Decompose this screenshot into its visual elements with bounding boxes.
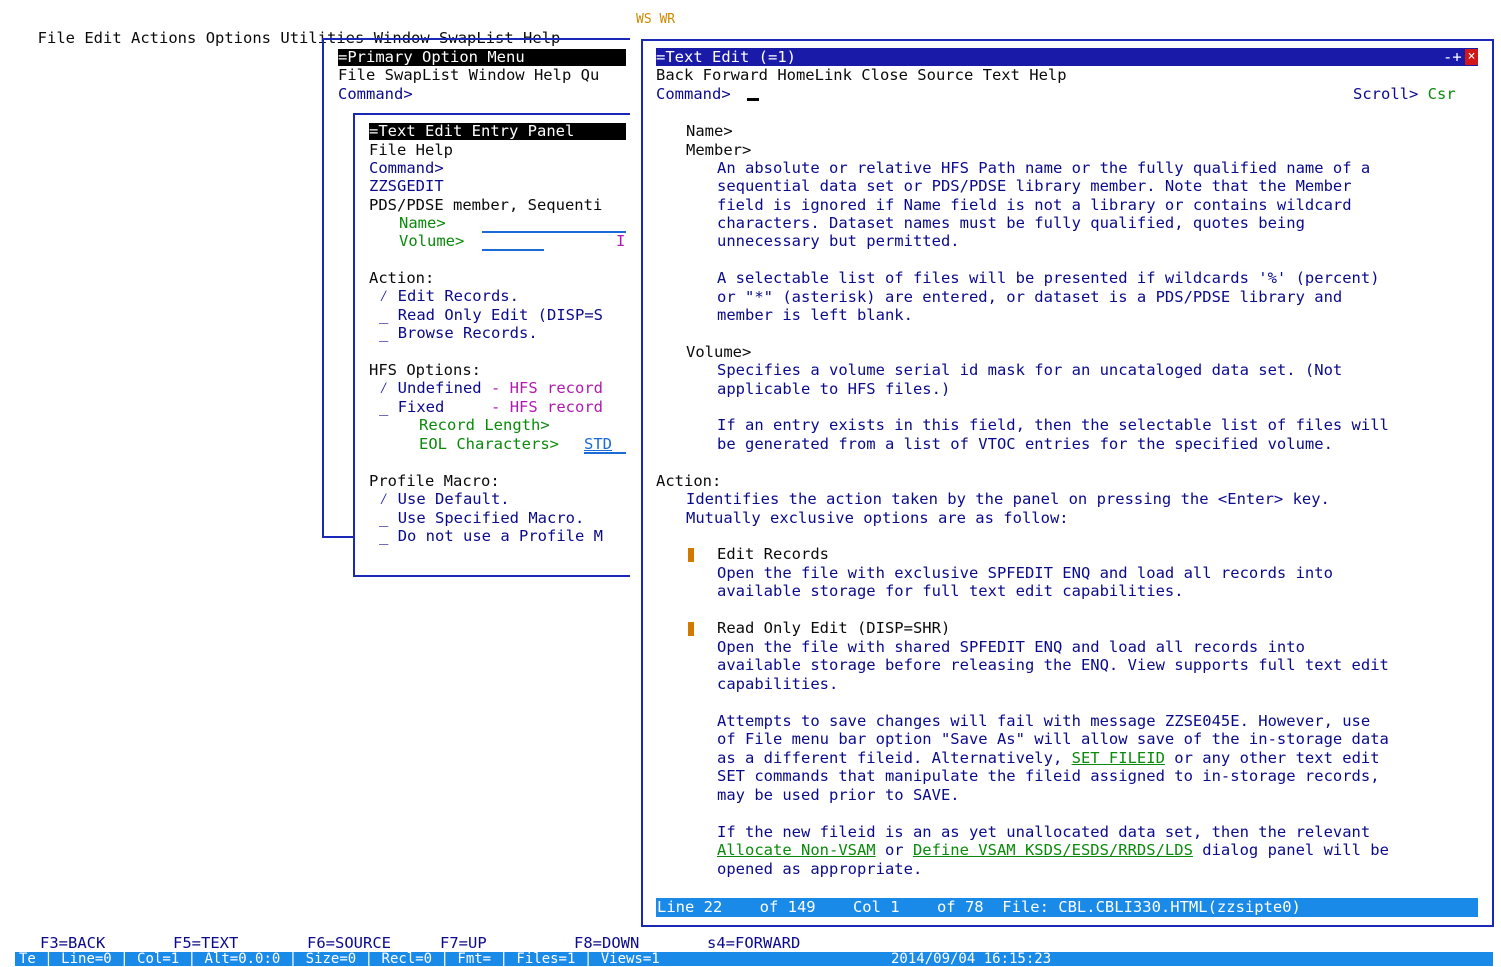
wr-indicator: WR <box>659 12 676 27</box>
define-vsam-link[interactable]: Define VSAM KSDS/ESDS/RRDS/LDS <box>913 841 1193 859</box>
help-edit-line: available storage for full text edit cap… <box>717 582 1184 600</box>
text-cursor[interactable] <box>747 98 759 101</box>
entry-hfs-fixed[interactable]: _ Fixed - HFS record <box>379 398 603 416</box>
entry-volume-input[interactable] <box>482 232 544 251</box>
entry-action-readonly[interactable]: _ Read Only Edit (DISP=S <box>379 306 603 324</box>
entry-profile-default[interactable]: ⁄ Use Default. <box>379 490 510 508</box>
help-vtoc-line: If an entry exists in this field, then t… <box>717 416 1389 434</box>
entry-name-input[interactable] <box>482 214 626 233</box>
entry-action-edit[interactable]: ⁄ Edit Records. <box>379 287 519 305</box>
help-member-line: An absolute or relative HFS Path name or… <box>717 159 1371 177</box>
help-action-line: Identifies the action taken by the panel… <box>686 490 1330 508</box>
help-member-line: characters. Dataset names must be fully … <box>717 214 1305 232</box>
help-member-label: Member> <box>686 141 752 159</box>
entry-eol-label: EOL Characters> <box>419 435 559 453</box>
entry-eol-input[interactable]: STD <box>584 435 626 454</box>
entry-profile-specified[interactable]: _ Use Specified Macro. <box>379 509 584 527</box>
entry-name-label: Name> <box>399 214 446 232</box>
help-member-line: sequential data set or PDS/PDSE library … <box>717 177 1352 195</box>
help-status-text: Line 22 of 149 Col 1 of 78 File: CBL.CBL… <box>657 898 1301 916</box>
help-volume-line: applicable to HFS files.) <box>717 380 951 398</box>
fkey-f7[interactable]: F7=UP <box>440 934 487 952</box>
entry-action-browse[interactable]: _ Browse Records. <box>379 324 538 342</box>
help-attempt-line: of File menu bar option "Save As" will a… <box>717 730 1389 748</box>
menu-options[interactable]: Options <box>206 29 271 47</box>
help-vtoc-line: be generated from a list of VTOC entries… <box>717 435 1333 453</box>
help-title: =Text Edit (=1) <box>656 48 796 66</box>
help-newfile-line: Allocate Non-VSAM or Define VSAM KSDS/ES… <box>717 841 1389 859</box>
help-attempt-line: SET commands that manipulate the fileid … <box>717 767 1380 785</box>
help-ro-line: available storage before releasing the E… <box>717 656 1389 674</box>
help-volume-label: Volume> <box>686 343 752 361</box>
fkey-f8[interactable]: F8=DOWN <box>574 934 639 952</box>
help-action-label: Action: <box>656 472 722 490</box>
help-attempt-line: Attempts to save changes will fail with … <box>717 712 1371 730</box>
help-menu[interactable]: Back Forward HomeLink Close Source Text … <box>656 66 1067 84</box>
entry-volume-label: Volume> <box>399 232 465 250</box>
set-fileid-link[interactable]: SET FILEID <box>1072 749 1165 767</box>
menu-edit[interactable]: Edit <box>84 29 121 47</box>
entry-volume-marker: I <box>616 232 626 250</box>
entry-action-header: Action: <box>369 269 435 287</box>
ws-indicator: WS <box>636 12 652 27</box>
bottom-status-items: Te | Line=0 | Col=1 | Alt=0.0:0 | Size=0… <box>19 951 660 967</box>
help-attempt-line: may be used prior to SAVE. <box>717 786 960 804</box>
fkey-s4[interactable]: s4=FORWARD <box>707 934 800 952</box>
entry-menu[interactable]: File Help <box>369 141 453 159</box>
help-wildcard-line: or "*" (asterisk) are entered, or datase… <box>717 288 1343 306</box>
help-volume-line: Specifies a volume serial id mask for an… <box>717 361 1343 379</box>
help-newfile-line: opened as appropriate. <box>717 860 923 878</box>
check-icon: ⁄ <box>379 379 389 397</box>
help-window-controls[interactable]: -+ <box>1443 48 1462 66</box>
entry-record-length-label: Record Length> <box>419 416 550 434</box>
primary-title: =Primary Option Menu <box>338 48 525 66</box>
entry-description: PDS/PDSE member, Sequenti <box>369 196 603 214</box>
check-icon: ⁄ <box>379 287 389 305</box>
help-command-label: Command> <box>656 85 731 103</box>
help-name-label: Name> <box>686 122 733 140</box>
help-member-line: field is ignored if Name field is not a … <box>717 196 1352 214</box>
fkey-f3[interactable]: F3=BACK <box>40 934 105 952</box>
entry-hfs-header: HFS Options: <box>369 361 481 379</box>
fkey-f5[interactable]: F5=TEXT <box>173 934 238 952</box>
entry-command-label: Command> <box>369 159 444 177</box>
entry-title: =Text Edit Entry Panel <box>369 122 575 140</box>
bottom-status-timestamp: 2014/09/04 16:15:23 <box>891 951 1052 967</box>
workspace-indicators: WS WR <box>636 11 675 29</box>
entry-profile-header: Profile Macro: <box>369 472 500 490</box>
help-ro-title: Read Only Edit (DISP=SHR) <box>717 619 951 637</box>
help-ro-line: capabilities. <box>717 675 839 693</box>
fkey-f6[interactable]: F6=SOURCE <box>307 934 391 952</box>
bullet-icon <box>688 546 694 564</box>
bullet-icon <box>688 620 694 638</box>
help-edit-title: Edit Records <box>717 545 829 563</box>
check-icon: ⁄ <box>379 490 389 508</box>
help-newfile-line: If the new fileid is an as yet unallocat… <box>717 823 1371 841</box>
help-scroll[interactable]: Scroll> Csr <box>1353 85 1456 103</box>
help-action-line: Mutually exclusive options are as follow… <box>686 509 1069 527</box>
primary-menu[interactable]: File SwapList Window Help Qu <box>338 66 599 84</box>
help-member-line: unnecessary but permitted. <box>717 232 960 250</box>
close-icon[interactable]: × <box>1465 49 1478 65</box>
entry-hfs-undefined[interactable]: ⁄ Undefined - HFS record <box>379 379 603 397</box>
entry-panel-id: ZZSGEDIT <box>369 177 444 195</box>
entry-profile-none[interactable]: _ Do not use a Profile M <box>379 527 603 545</box>
help-wildcard-line: A selectable list of files will be prese… <box>717 269 1380 287</box>
help-wildcard-line: member is left blank. <box>717 306 913 324</box>
help-edit-line: Open the file with exclusive SPFEDIT ENQ… <box>717 564 1333 582</box>
allocate-non-vsam-link[interactable]: Allocate Non-VSAM <box>717 841 876 859</box>
menu-file[interactable]: File <box>38 29 75 47</box>
menu-actions[interactable]: Actions <box>131 29 196 47</box>
help-attempt-line: as a different fileid. Alternatively, SE… <box>717 749 1380 767</box>
help-ro-line: Open the file with shared SPFEDIT ENQ an… <box>717 638 1305 656</box>
primary-command-label: Command> <box>338 85 413 103</box>
